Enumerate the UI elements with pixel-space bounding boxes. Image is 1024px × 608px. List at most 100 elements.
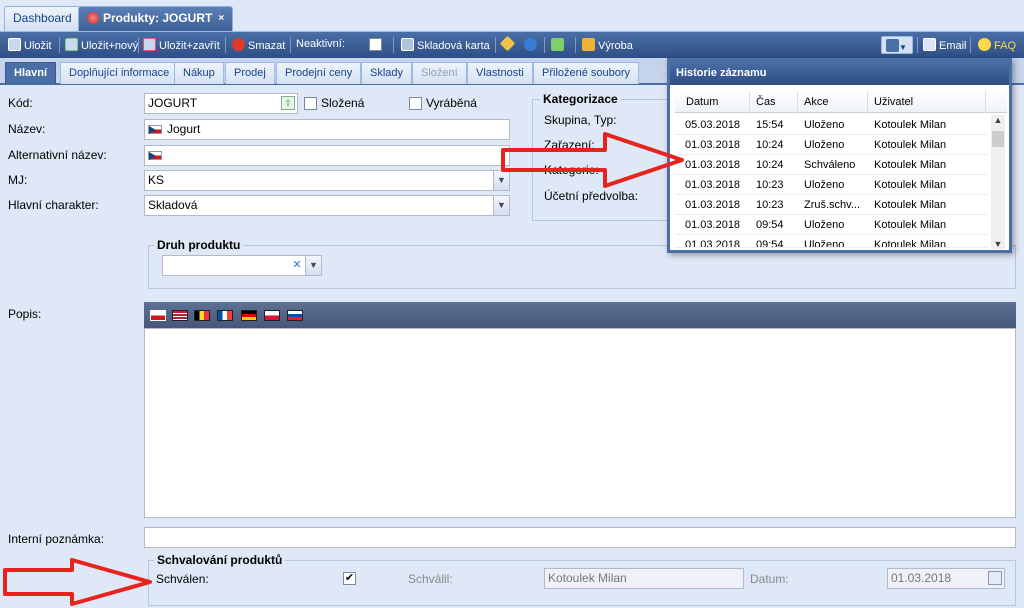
czech-flag-icon	[148, 125, 162, 134]
faq-label: FAQ	[994, 40, 1017, 52]
shuffle-button[interactable]	[551, 38, 567, 52]
produced-checkbox[interactable]	[409, 97, 422, 110]
history-date: 05.03.2018	[685, 119, 741, 131]
chevron-down-icon[interactable]: ▼	[305, 256, 321, 275]
product-type-legend: Druh produktu	[154, 238, 244, 252]
faq-button[interactable]: FAQ	[978, 38, 1016, 52]
help-icon	[978, 38, 991, 51]
toolbar-separator	[393, 37, 394, 53]
inactive-checkbox[interactable]	[369, 38, 382, 51]
history-user: Kotoulek Milan	[874, 239, 947, 248]
clear-icon[interactable]: ✕	[290, 256, 304, 275]
history-date: 01.03.2018	[685, 219, 741, 231]
tag-button[interactable]	[499, 35, 516, 52]
czech-flag-icon	[148, 151, 162, 160]
history-user: Kotoulek Milan	[874, 219, 947, 231]
code-value: JOGURT	[148, 96, 198, 110]
flag-pl-icon[interactable]	[264, 310, 280, 321]
delete-button[interactable]: Smazat	[232, 38, 285, 52]
produced-label: Vyráběná	[426, 96, 477, 110]
tab-sales[interactable]: Prodej	[225, 62, 275, 84]
history-row[interactable]: 05.03.2018 15:54 Uloženo Kotoulek Milan	[675, 115, 988, 135]
tab-purchase[interactable]: Nákup	[174, 62, 224, 84]
delete-label: Smazat	[248, 40, 286, 52]
code-generate-icon[interactable]: ⇧	[281, 96, 295, 110]
flag-sk-icon[interactable]	[287, 310, 303, 321]
tab-main[interactable]: Hlavní	[5, 62, 57, 84]
production-button[interactable]: Výroba	[582, 38, 633, 52]
flag-cz-icon[interactable]	[150, 310, 166, 321]
history-row[interactable]: 01.03.2018 10:23 Uloženo Kotoulek Milan	[675, 175, 988, 195]
product-type-select[interactable]: ✕ ▼	[162, 255, 322, 276]
history-time: 09:54	[756, 219, 784, 231]
history-user: Kotoulek Milan	[874, 199, 947, 211]
scroll-up-icon[interactable]: ▲	[991, 115, 1005, 125]
language-flag-bar	[144, 302, 1016, 328]
save-icon	[8, 38, 21, 51]
history-row[interactable]: 01.03.2018 10:23 Zruš.schv... Kotoulek Mila…	[675, 195, 988, 215]
history-user: Kotoulek Milan	[874, 179, 947, 191]
mj-select[interactable]: KS ▼	[144, 170, 510, 191]
email-button[interactable]: Email	[923, 38, 967, 52]
toolbar: Uložit Uložit+nový Uložit+zavřít Smazat …	[0, 32, 1024, 58]
annotation-arrow-history	[501, 132, 684, 188]
flag-fr-icon[interactable]	[217, 310, 233, 321]
column-action[interactable]: Akce	[798, 91, 868, 113]
column-user[interactable]: Uživatel	[868, 91, 986, 113]
toolbar-separator	[495, 37, 496, 53]
description-editor[interactable]	[144, 328, 1016, 518]
scroll-down-icon[interactable]: ▼	[991, 239, 1005, 249]
history-date: 01.03.2018	[685, 179, 741, 191]
tab-dashboard[interactable]: Dashboard	[4, 6, 81, 31]
name-field[interactable]: Jogurt	[144, 119, 510, 140]
history-row[interactable]: 01.03.2018 10:24 Schváleno Kotoulek Milan	[675, 155, 988, 175]
alt-name-field[interactable]	[144, 145, 510, 166]
tab-products-jogurt[interactable]: Produkty: JOGURT ×	[78, 6, 234, 31]
tab-sale-prices[interactable]: Prodejní ceny	[276, 62, 362, 84]
name-label: Název:	[8, 122, 46, 136]
tab-products-label: Produkty: JOGURT	[103, 11, 213, 25]
inactive-label: Neaktivní:	[296, 38, 345, 50]
history-date: 01.03.2018	[685, 239, 741, 248]
history-scrollbar[interactable]: ▲ ▼	[991, 115, 1005, 249]
column-date[interactable]: Datum	[680, 91, 750, 113]
tab-warehouses[interactable]: Sklady	[361, 62, 413, 84]
approval-legend: Schvalování produktů	[154, 553, 286, 567]
scroll-thumb[interactable]	[992, 131, 1004, 147]
flag-be-icon[interactable]	[194, 310, 210, 321]
history-popup: Historie záznamu Datum Čas Akce Uživatel…	[667, 58, 1012, 253]
tab-composition[interactable]: Složení	[412, 62, 467, 84]
history-row[interactable]: 01.03.2018 10:24 Uloženo Kotoulek Milan	[675, 135, 988, 155]
close-tab-icon[interactable]: ×	[218, 13, 224, 24]
history-row[interactable]: 01.03.2018 09:54 Uloženo Kotoulek Milan	[675, 235, 988, 248]
composite-checkbox[interactable]	[304, 97, 317, 110]
history-time: 10:24	[756, 159, 784, 171]
calendar-icon[interactable]	[988, 571, 1002, 585]
info-button[interactable]	[524, 38, 540, 52]
save-close-button[interactable]: Uložit+zavřít	[143, 38, 220, 52]
description-label: Popis:	[8, 307, 42, 321]
toolbar-separator	[917, 37, 918, 53]
internal-note-field[interactable]	[144, 527, 1016, 548]
save-new-button[interactable]: Uložit+nový	[65, 38, 138, 52]
chevron-down-icon[interactable]: ▼	[493, 196, 509, 215]
history-row[interactable]: 01.03.2018 09:54 Uloženo Kotoulek Milan	[675, 215, 988, 235]
approved-date-field: 01.03.2018	[887, 568, 1005, 589]
tab-additional-info[interactable]: Doplňující informace	[60, 62, 179, 84]
shuffle-icon	[551, 38, 564, 51]
history-button[interactable]: ▼	[881, 36, 913, 54]
history-time: 15:54	[756, 119, 784, 131]
flag-us-icon[interactable]	[172, 310, 188, 321]
column-time[interactable]: Čas	[750, 91, 798, 113]
flag-de-icon[interactable]	[241, 310, 257, 321]
tag-icon	[499, 35, 516, 52]
save-button[interactable]: Uložit	[8, 38, 52, 52]
main-char-select[interactable]: Skladová ▼	[144, 195, 510, 216]
stock-card-button[interactable]: Skladová karta	[401, 38, 490, 52]
product-flower-icon	[87, 12, 99, 24]
approved-checkbox[interactable]: ✔	[343, 572, 356, 585]
tab-properties[interactable]: Vlastnosti	[467, 62, 533, 84]
main-char-label: Hlavní charakter:	[8, 198, 99, 212]
code-field[interactable]: JOGURT ⇧	[144, 93, 298, 114]
tab-attachments[interactable]: Přiložené soubory	[533, 62, 640, 84]
